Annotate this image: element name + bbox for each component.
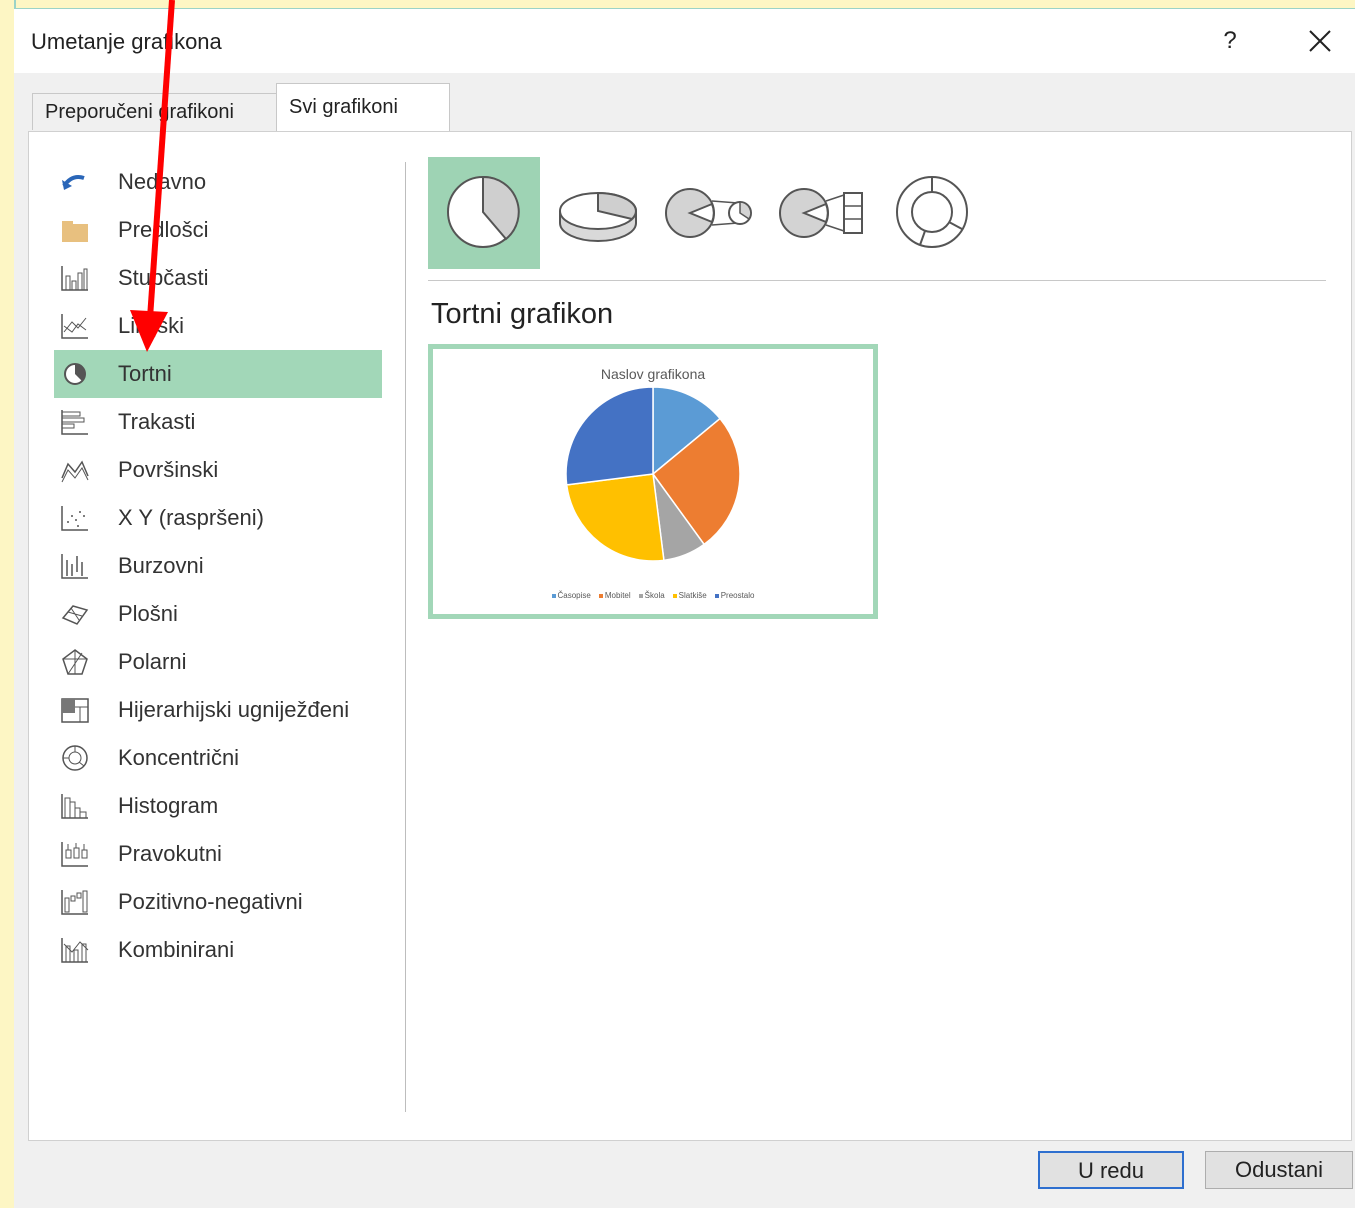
sidebar-item-label: Kombinirani [118,937,235,962]
chart-category-list: Nedavno Predlošci Stupčasti Linijski Tortni T… [54,158,384,974]
treemap-chart-icon [60,696,90,724]
3d-pie-type-button[interactable] [542,157,654,269]
sunburst-chart-icon [60,744,90,772]
cancel-button[interactable]: Odustani [1205,1151,1353,1189]
legend-swatch [638,593,643,598]
close-icon [1309,30,1331,52]
sidebar-item-label: Predlošci [118,217,209,242]
sidebar-item-label: Burzovni [118,553,204,578]
sidebar-item-label: Hijerarhijski ugniježđeni [118,697,350,722]
pie-chart-icon [60,360,90,388]
sidebar-item-combo-chart[interactable]: Kombinirani [54,926,382,974]
pie-slice [565,473,665,562]
dialog-title: Umetanje grafikona [31,29,222,54]
title-bar: Umetanje grafikona ? [14,9,1355,73]
folder-icon [60,216,90,244]
sidebar-item-bar-chart[interactable]: Trakasti [54,398,382,446]
doughnut-icon [896,176,968,248]
legend-swatch [551,593,556,598]
legend-item: Časopise [551,591,591,600]
area-chart-icon [60,456,90,484]
sidebar-item-treemap-chart[interactable]: Hijerarhijski ugniježđeni [54,686,382,734]
legend-item: Mobitel [598,591,631,600]
pie-of-pie-type-button[interactable] [656,157,768,269]
sidebar-item-histogram-chart[interactable]: Histogram [54,782,382,830]
sidebar-item-label: Pravokutni [118,841,222,866]
vertical-divider [405,162,406,1112]
chart-type-title: Tortni grafikon [431,298,614,330]
box-whisker-chart-icon [60,840,90,868]
sidebar-item-label: Linijski [118,313,185,338]
scatter-chart-icon [60,504,90,532]
bar-chart-icon [60,408,90,436]
sidebar-item-label: Nedavno [118,169,207,194]
sidebar-item-waterfall-chart[interactable]: Pozitivno-negativni [54,878,382,926]
surface-chart-icon [60,600,90,628]
sidebar-item-box-whisker-chart[interactable]: Pravokutni [54,830,382,878]
sidebar-item-line-chart[interactable]: Linijski [54,302,382,350]
legend-label: Slatkiše [678,591,707,600]
sidebar-item-label: Površinski [118,457,219,482]
sidebar-item-label: Trakasti [118,409,196,434]
stock-chart-icon [60,552,90,580]
sidebar-item-pie-chart[interactable]: Tortni [54,350,382,398]
legend-label: Časopise [557,591,591,600]
legend-label: Mobitel [604,591,631,600]
doughnut-type-button[interactable] [884,157,996,269]
legend-label: Preostalo [720,591,755,600]
sidebar-item-recent[interactable]: Nedavno [54,158,382,206]
tab-all-charts[interactable]: Svi grafikoni [276,83,450,132]
insert-chart-dialog: Umetanje grafikona ? Preporučeni grafiko… [14,8,1355,1208]
legend-label: Škola [644,591,665,600]
pie-icon [447,175,520,248]
sidebar-item-label: Plošni [118,601,178,626]
sidebar-item-label: Koncentrični [118,745,240,770]
sidebar-item-stock-chart[interactable]: Burzovni [54,542,382,590]
column-chart-icon [60,264,90,292]
preview-pie-chart [565,386,741,562]
sidebar-item-label: X Y (raspršeni) [118,505,264,530]
recent-icon [60,168,90,196]
sidebar-item-surface-chart[interactable]: Plošni [54,590,382,638]
sidebar-item-area-chart[interactable]: Površinski [54,446,382,494]
sidebar-item-scatter-chart[interactable]: X Y (raspršeni) [54,494,382,542]
line-chart-icon [60,312,90,340]
legend-item: Preostalo [714,591,755,600]
pie-slice [565,386,654,486]
preview-legend: Časopise Mobitel Škola Slatkiše Preostalo [433,591,873,600]
3d-pie-icon [559,191,637,242]
legend-swatch [714,593,719,598]
sidebar-item-label: Polarni [118,649,187,674]
sidebar-item-label: Pozitivno-negativni [118,889,303,914]
sidebar-item-folder[interactable]: Predlošci [54,206,382,254]
gallery-divider [428,280,1326,281]
histogram-chart-icon [60,792,90,820]
ok-button[interactable]: U redu [1038,1151,1184,1189]
sidebar-item-label: Histogram [118,793,219,818]
chart-preview[interactable]: Naslov grafikona Časopise Mobitel Škola Sla… [428,344,878,619]
legend-swatch [598,593,603,598]
pie-of-pie-icon [665,188,752,238]
sidebar-item-label: Stupčasti [118,265,209,290]
legend-item: Škola [638,591,665,600]
bar-of-pie-icon [779,188,863,238]
legend-swatch [672,593,677,598]
tab-recommended-charts[interactable]: Preporučeni grafikoni [32,93,286,130]
sidebar-item-sunburst-chart[interactable]: Koncentrični [54,734,382,782]
legend-item: Slatkiše [672,591,707,600]
radar-chart-icon [60,648,90,676]
pie-type-button[interactable] [428,157,540,269]
waterfall-chart-icon [60,888,90,916]
bar-of-pie-type-button[interactable] [770,157,882,269]
sidebar-item-radar-chart[interactable]: Polarni [54,638,382,686]
help-button[interactable]: ? [1212,23,1248,59]
combo-chart-icon [60,936,90,964]
chart-subtype-gallery [428,157,1328,269]
dialog-content: Nedavno Predlošci Stupčasti Linijski Tortni T… [28,131,1352,1141]
close-button[interactable] [1302,23,1338,59]
sidebar-item-label: Tortni [118,361,172,386]
sidebar-item-column-chart[interactable]: Stupčasti [54,254,382,302]
